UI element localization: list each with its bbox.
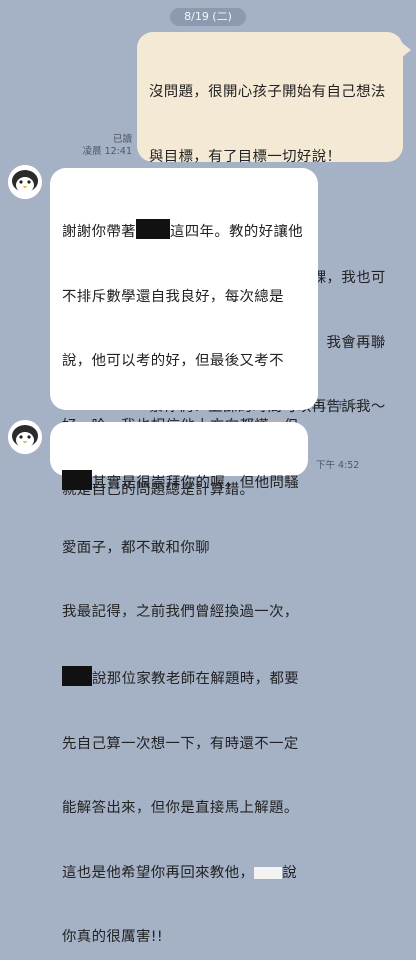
message-line: 你真的很厲害!! [62, 929, 164, 945]
message-line: 愛面子，都不敢和你聊 [62, 539, 210, 556]
message-line: 能解答出來，但你是直接馬上解題。 [62, 800, 299, 816]
message-line: 不排斥數學還自我良好，每次總是 [62, 288, 284, 305]
message-text: 其實是很崇拜你的喔，但他問騷 [92, 475, 300, 491]
message-text: 說那位家教老師在解題時，都要 [92, 671, 300, 687]
message-text: 說 [282, 864, 298, 881]
message-time: 凌晨 12:41 [82, 146, 132, 157]
message-text: 這四年。教的好讓他 [169, 224, 304, 240]
message-line: 其實是很崇拜你的喔，但他問騷 [62, 470, 302, 495]
redaction-block [135, 219, 170, 239]
incoming-message-bubble[interactable]: 其實是很崇拜你的喔，但他問騷 愛面子，都不敢和你聊 [50, 422, 308, 556]
bubble-tail [401, 42, 411, 58]
read-receipt: 已讀 [112, 134, 132, 145]
penguin-icon [8, 165, 42, 199]
message-line: 沒問題，很開心孩子開始有自己想法 [149, 84, 386, 100]
message-line: 這也是他希望你再回來教他， 說 [62, 863, 312, 885]
date-separator: 8/19 (二) [170, 8, 246, 26]
contact-avatar[interactable] [8, 420, 42, 454]
message-line: 說那位家教老師在解題時，都要 [62, 666, 312, 691]
penguin-icon [8, 420, 42, 454]
message-line: 與目標，有了目標一切好說！ [149, 148, 342, 165]
message-time: 下午 4:52 [316, 460, 360, 471]
message-text: 這也是他希望你再回來教他， [62, 864, 255, 881]
message-line: 先自己算一次想一下，有時還不一定 [62, 735, 299, 752]
message-text: 謝謝你帶著 [62, 224, 136, 240]
incoming-message-bubble[interactable]: 謝謝你帶著 這四年。教的好讓他 不排斥數學還自我良好，每次總是 說，他可以考的好，… [50, 168, 318, 945]
outgoing-message-bubble[interactable]: 沒問題，很開心孩子開始有自己想法 與目標，有了目標一切好說！ 我很願意在南下前幫… [137, 32, 403, 415]
message-line: 謝謝你帶著 這四年。教的好讓他 [62, 219, 312, 244]
message-line: 說，他可以考的好，但最後又考不 [62, 353, 284, 369]
message-line: 我最記得，之前我們曾經換過一次， [62, 603, 299, 620]
contact-avatar[interactable] [8, 165, 42, 199]
redaction-block [62, 470, 92, 490]
message-time: 下午 4:45 [326, 400, 370, 411]
redaction-blank [254, 866, 283, 879]
redaction-block [62, 666, 92, 686]
